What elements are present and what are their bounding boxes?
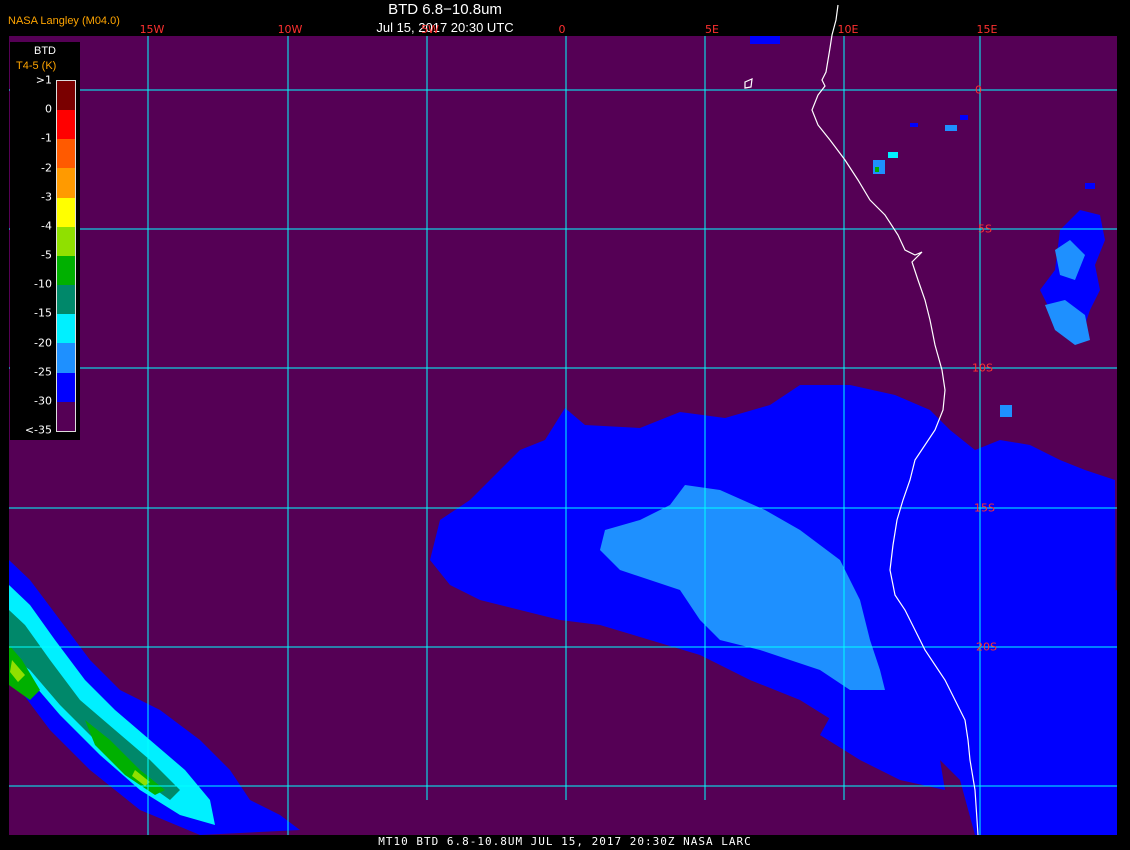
legend-title: BTD xyxy=(34,45,56,57)
lat-label: 0 xyxy=(975,83,982,97)
cloud-fleck xyxy=(1085,183,1095,189)
lon-label: 5W xyxy=(421,23,439,36)
legend-tick-label: -15 xyxy=(34,306,52,320)
legend-swatch xyxy=(57,343,75,373)
legend-swatch xyxy=(57,226,75,256)
cloud-fleck xyxy=(750,36,780,44)
legend-swatch xyxy=(57,401,75,431)
cloud-fleck xyxy=(910,123,918,127)
color-legend: BTD T4-5 (K) >1 0 -1 -2 -3 -4 -5 -10 -15 -20 -25 -3… xyxy=(10,42,80,440)
lon-label: 15E xyxy=(976,23,998,36)
legend-swatch xyxy=(57,314,75,344)
lat-label: 10S xyxy=(972,361,993,375)
legend-tick-label: -5 xyxy=(41,248,52,262)
cloud-fleck xyxy=(888,152,898,158)
legend-tick-label: -25 xyxy=(34,365,52,379)
footer-caption: MT10 BTD 6.8-10.8UM JUL 15, 2017 20:30Z … xyxy=(378,835,752,848)
legend-swatch xyxy=(57,197,75,227)
legend-swatch xyxy=(57,81,75,111)
satellite-map xyxy=(0,0,1130,850)
lon-label: 5E xyxy=(705,23,719,36)
image-timestamp: Jul 15, 2017 20:30 UTC xyxy=(376,20,514,35)
legend-units: T4-5 (K) xyxy=(16,60,57,72)
legend-tick-label: <-35 xyxy=(24,423,52,437)
legend-swatch xyxy=(57,285,75,315)
legend-tick-label: -3 xyxy=(41,190,52,204)
legend-tick-label: -20 xyxy=(34,336,52,349)
legend-tick-label: -10 xyxy=(34,277,52,291)
legend-swatch xyxy=(57,168,75,198)
lon-label: 15W xyxy=(139,23,165,36)
legend-colorbar xyxy=(56,80,76,432)
legend-tick-label: 0 xyxy=(45,102,52,116)
lat-label: 20S xyxy=(976,640,997,654)
legend-swatch xyxy=(57,255,75,286)
cloud-fleck xyxy=(875,167,879,172)
lat-label: 15S xyxy=(974,501,995,515)
lon-label: 0 xyxy=(558,23,566,36)
legend-swatch xyxy=(57,139,75,169)
legend-tick-label: -4 xyxy=(41,219,52,233)
legend-tick-label: -30 xyxy=(34,394,52,408)
lon-label: 10W xyxy=(277,23,303,36)
cloud-fleck xyxy=(960,115,968,120)
lon-label: 10E xyxy=(837,23,859,36)
lat-label: 5S xyxy=(978,222,992,236)
legend-tick-label: -2 xyxy=(41,161,52,174)
cloud-fleck xyxy=(1000,405,1012,417)
cloud-fleck xyxy=(945,125,957,131)
legend-tick-label: -1 xyxy=(41,131,52,145)
legend-tick-label: >1 xyxy=(35,73,52,87)
legend-swatch xyxy=(57,110,75,140)
legend-swatch xyxy=(57,372,75,402)
image-title: BTD 6.8−10.8um xyxy=(388,1,502,18)
credit-label: NASA Langley (M04.0) xyxy=(8,15,120,27)
